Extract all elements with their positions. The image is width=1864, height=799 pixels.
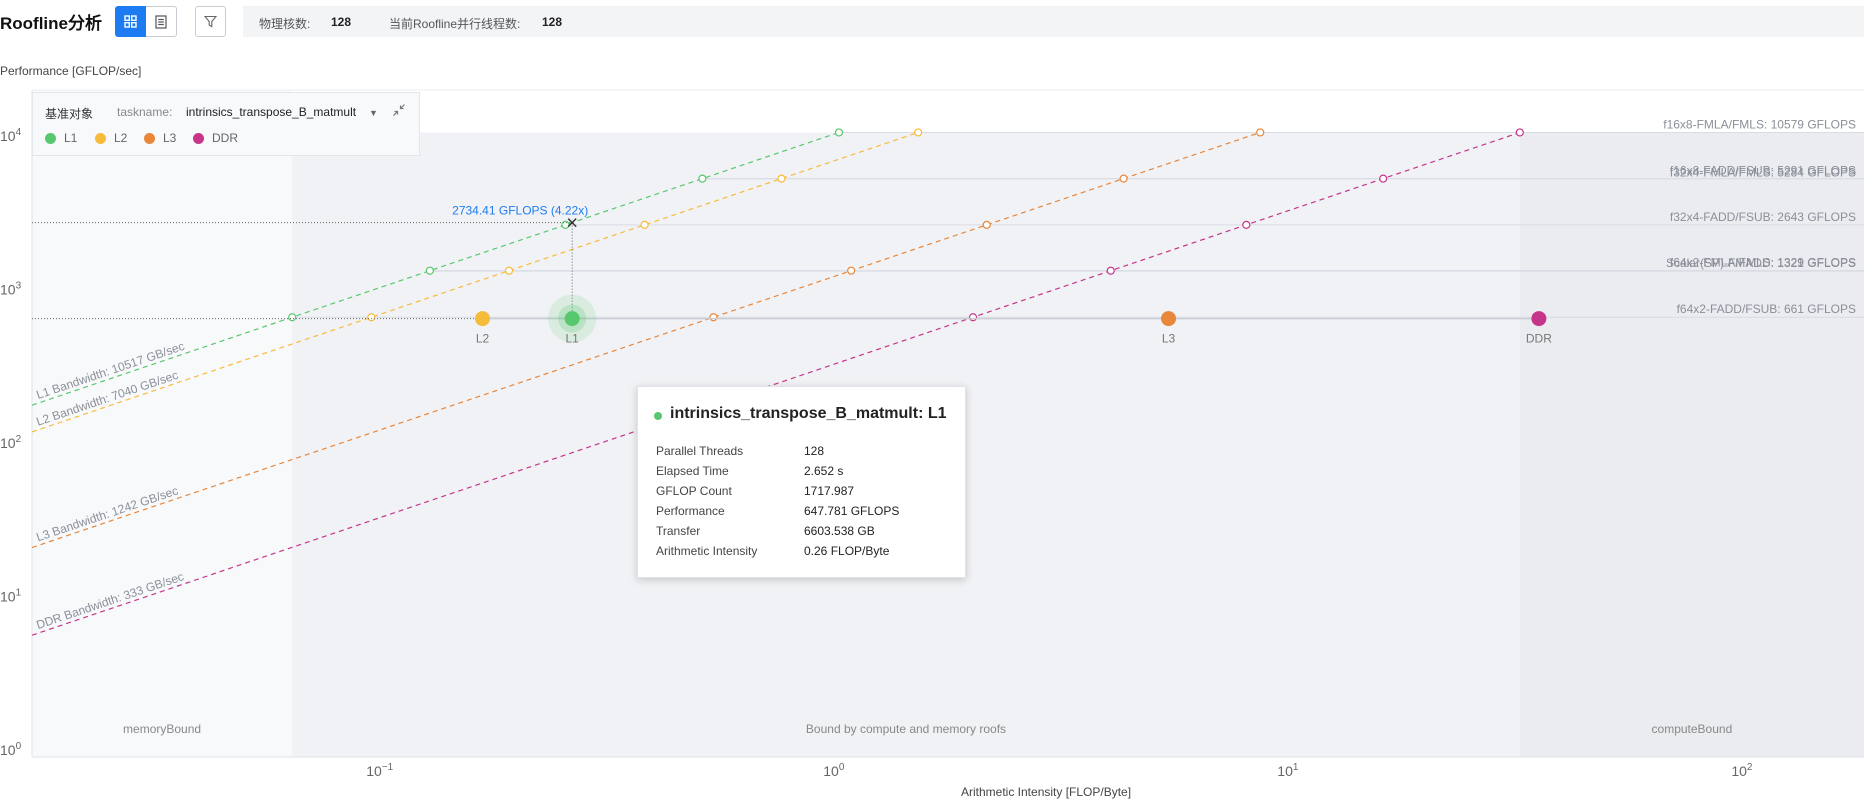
tooltip-key: Parallel Threads [656, 444, 744, 458]
region-label: memoryBound [123, 722, 201, 736]
tooltip-value: 2.652 s [804, 464, 844, 478]
compute-roof-label: f32x4-FADD/FSUB: 2643 GFLOPS [1670, 210, 1856, 224]
roof-intersection-marker [367, 313, 376, 322]
roof-intersection-marker [425, 266, 434, 275]
roof-intersection-marker [982, 220, 991, 229]
legend-item-l3[interactable]: L3 [144, 130, 176, 146]
roof-intersection-marker [777, 174, 786, 183]
legend-label: L3 [163, 131, 177, 145]
tooltip-key: Transfer [656, 524, 701, 538]
legend-panel: 基准对象 taskname: intrinsics_transpose_B_ma… [32, 92, 420, 156]
tooltip-row: Performance 647.781 GFLOPS [656, 504, 899, 518]
roof-intersection-marker [968, 313, 978, 322]
roof-intersection-marker [1515, 128, 1524, 137]
data-point-l3 [1161, 311, 1177, 327]
tooltip-value: 647.781 GFLOPS [804, 504, 900, 518]
compute-roof-label: f16x8-FMLA/FMLS: 10579 GFLOPS [1663, 117, 1856, 131]
roof-intersection-marker [288, 313, 297, 322]
region-label: Bound by compute and memory roofs [806, 722, 1006, 736]
y-tick-label: 100 [0, 741, 22, 758]
tooltip-key: Arithmetic Intensity [656, 544, 758, 558]
y-tick-label: 101 [0, 588, 22, 605]
roof-intersection-marker [698, 174, 707, 183]
taskname-select[interactable]: intrinsics_transpose_B_matmult [186, 105, 356, 119]
y-tick-label: 103 [0, 281, 22, 298]
legend-item-ddr[interactable]: DDR [193, 130, 238, 146]
data-point-label: L3 [1162, 332, 1176, 346]
legend-item-l1[interactable]: L1 [45, 130, 77, 146]
data-point-l1 [564, 311, 580, 327]
compute-roof-label: f64x2-FADD/FSUB: 661 GFLOPS [1677, 302, 1856, 316]
baseline-label: 基准对象 [45, 107, 94, 121]
data-point-label: L2 [476, 332, 490, 346]
tooltip-key: Performance [656, 504, 725, 518]
roof-intersection-marker [834, 128, 844, 137]
tooltip-row: Parallel Threads 128 [656, 444, 824, 458]
roof-intersection-marker [914, 128, 923, 137]
legend-dot [193, 132, 204, 144]
tooltip-value: 128 [804, 444, 825, 458]
x-tick-label: 101 [1277, 762, 1299, 779]
roof-intersection-marker [847, 266, 856, 275]
roof-intersection-marker [709, 313, 718, 322]
tooltip-value: 1717.987 [804, 484, 855, 498]
data-point-label: DDR [1526, 332, 1552, 346]
roof-intersection-marker [504, 266, 514, 275]
roof-intersection-marker [1256, 128, 1265, 137]
roof-intersection-marker [640, 220, 649, 229]
point-tooltip: intrinsics_transpose_B_matmult: L1 Paral… [637, 386, 966, 578]
projection-label: 2734.41 GFLOPS (4.22x) [452, 204, 588, 218]
y-tick-label: 102 [0, 434, 22, 451]
tooltip-value: 6603.538 GB [804, 524, 875, 538]
caret-down-icon[interactable]: ▼ [369, 108, 378, 118]
legend-dot [45, 132, 56, 144]
tooltip-row: GFLOP Count 1717.987 [656, 484, 854, 498]
tooltip-title: intrinsics_transpose_B_matmult: L1 [670, 405, 947, 422]
roof-intersection-marker [1242, 220, 1251, 229]
legend-label: L2 [114, 131, 128, 145]
roof-intersection-marker [1379, 174, 1388, 183]
x-tick-label: 102 [1731, 762, 1753, 779]
legend-label: DDR [212, 131, 238, 145]
roof-intersection-marker [1119, 174, 1128, 183]
x-tick-label: 10−1 [366, 762, 393, 779]
legend-label: L1 [64, 131, 78, 145]
collapse-icon[interactable] [392, 103, 406, 120]
tooltip-row: Elapsed Time 2.652 s [656, 464, 843, 478]
data-point-label: L1 [565, 332, 579, 346]
legend-dot [95, 132, 106, 144]
region-0 [32, 90, 293, 757]
data-point-l2 [475, 311, 491, 327]
compute-roof-label: f32x4-FMLA/FMLS: 5284 GFLOPS [1670, 166, 1856, 180]
tooltip-key: GFLOP Count [656, 484, 732, 498]
data-point-ddr [1531, 311, 1547, 327]
x-tick-label: 100 [823, 762, 845, 779]
region-2 [1519, 132, 1864, 757]
tooltip-dot [654, 412, 662, 420]
tooltip-row: Transfer 6603.538 GB [656, 524, 875, 538]
compute-roof-label: Scalar(SP)-FMADD: 1321 GFLOPS [1666, 256, 1856, 270]
taskname-key: taskname: [117, 105, 173, 119]
tooltip-value: 0.26 FLOP/Byte [804, 544, 890, 558]
region-label: computeBound [1652, 722, 1733, 736]
legend-item-l2[interactable]: L2 [95, 130, 127, 146]
legend-dot [144, 132, 155, 144]
y-tick-label: 104 [0, 127, 22, 144]
roof-intersection-marker [1106, 266, 1115, 275]
tooltip-row: Arithmetic Intensity 0.26 FLOP/Byte [656, 544, 889, 558]
tooltip-key: Elapsed Time [656, 464, 729, 478]
